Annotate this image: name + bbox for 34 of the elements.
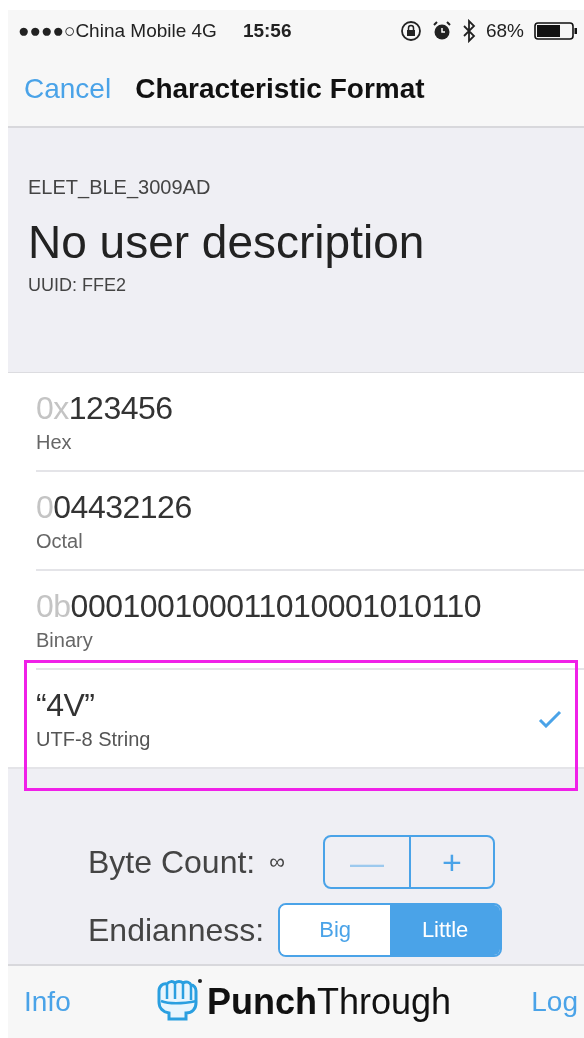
info-tab[interactable]: Info: [24, 986, 71, 1018]
segment-option[interactable]: Big: [280, 905, 391, 955]
format-option[interactable]: 0b000100100011010001010110 Binary: [36, 571, 584, 670]
bluetooth-icon: [461, 19, 476, 43]
format-name: UTF-8 String: [36, 727, 151, 751]
endianness-label: Endianness:: [88, 911, 265, 949]
increment-button[interactable]: +: [408, 837, 493, 887]
checkmark-icon: [538, 709, 562, 728]
log-tab[interactable]: Log: [531, 986, 578, 1018]
battery-icon: [534, 21, 578, 41]
format-value: 0x123456: [36, 389, 173, 427]
device-name: ELET_BLE_3009AD: [28, 176, 211, 199]
byte-count-value: ∞: [269, 849, 285, 875]
format-value: “4V”: [36, 686, 95, 724]
format-name: Binary: [36, 628, 93, 652]
rotation-lock-icon: [399, 20, 422, 42]
alarm-icon: [431, 21, 452, 41]
carrier-text: ●●●●○China Mobile 4G: [18, 20, 217, 42]
format-name: Hex: [36, 430, 72, 454]
format-value: 0b000100100011010001010110: [36, 587, 481, 625]
characteristic-description: No user description: [28, 215, 426, 269]
format-option[interactable]: “4V” UTF-8 String: [36, 670, 584, 767]
battery-percent: 68%: [485, 20, 524, 42]
byte-count-label: Byte Count:: [88, 843, 256, 881]
format-option[interactable]: 0x123456 Hex: [36, 373, 584, 472]
uuid-label: UUID: FFE2: [28, 275, 126, 295]
cancel-button[interactable]: Cancel: [24, 73, 112, 105]
brand-name: PunchThrough: [206, 981, 452, 1023]
format-option[interactable]: 004432126 Octal: [36, 472, 584, 571]
segment-option[interactable]: Little: [390, 905, 501, 955]
format-value: 004432126: [36, 488, 192, 526]
clock-time: 15:56: [242, 20, 292, 42]
format-name: Octal: [36, 529, 83, 553]
screen-title: Characteristic Format: [135, 73, 425, 105]
